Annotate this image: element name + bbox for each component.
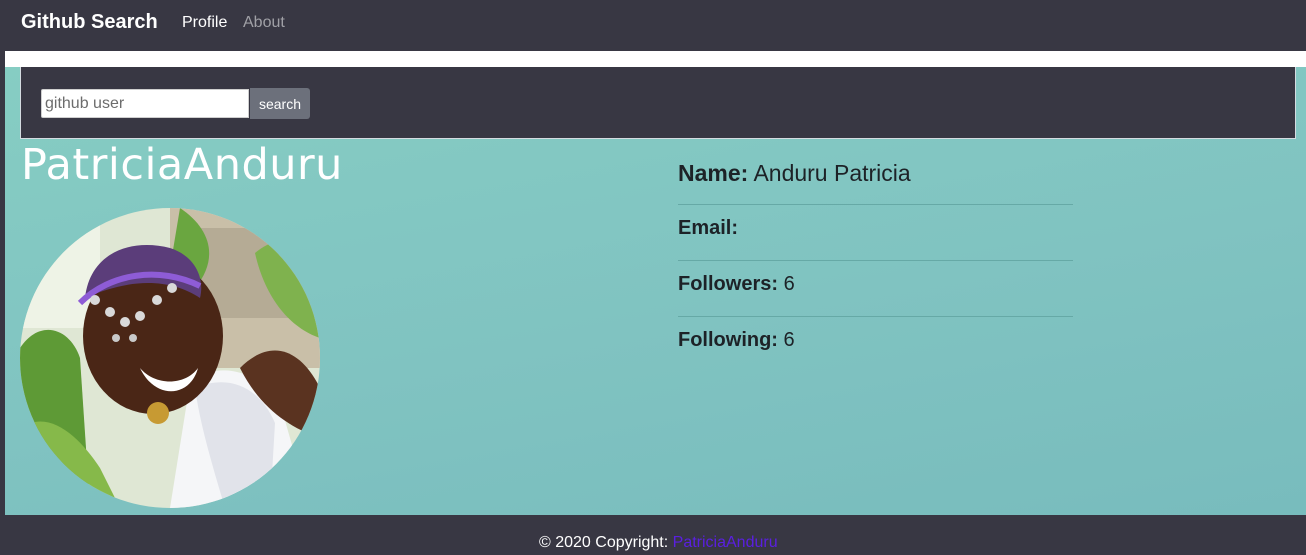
footer-copyright-text: © 2020 Copyright: bbox=[539, 534, 669, 551]
profile-username: PatriciaAnduru bbox=[21, 140, 343, 190]
avatar bbox=[20, 208, 320, 508]
detail-following-value: 6 bbox=[783, 329, 795, 351]
detail-following: Following: 6 bbox=[678, 317, 1073, 373]
search-panel: search bbox=[20, 67, 1296, 139]
detail-email: Email: bbox=[678, 205, 1073, 261]
footer: © 2020 Copyright: PatriciaAnduru bbox=[0, 515, 1306, 555]
detail-name-value: Anduru Patricia bbox=[753, 160, 911, 186]
detail-name: Name: Anduru Patricia bbox=[678, 150, 1073, 205]
navbar: Github Search Profile About bbox=[0, 0, 1306, 51]
search-button[interactable]: search bbox=[250, 88, 310, 119]
divider-strip bbox=[5, 51, 1306, 67]
footer-author-link[interactable]: PatriciaAnduru bbox=[673, 534, 778, 551]
detail-following-label: Following: bbox=[678, 329, 778, 351]
search-input[interactable] bbox=[41, 89, 249, 118]
detail-email-label: Email: bbox=[678, 217, 739, 239]
detail-followers-label: Followers: bbox=[678, 273, 779, 295]
detail-followers: Followers: 6 bbox=[678, 261, 1073, 317]
brand-link[interactable]: Github Search bbox=[21, 11, 158, 34]
detail-name-label: Name: bbox=[678, 160, 749, 186]
nav-link-about[interactable]: About bbox=[243, 14, 285, 32]
footer-copyright: © 2020 Copyright: PatriciaAnduru bbox=[539, 534, 778, 552]
nav-link-profile[interactable]: Profile bbox=[182, 14, 227, 32]
detail-followers-value: 6 bbox=[783, 273, 795, 295]
profile-details: Name: Anduru Patricia Email: Followers: … bbox=[678, 150, 1073, 373]
